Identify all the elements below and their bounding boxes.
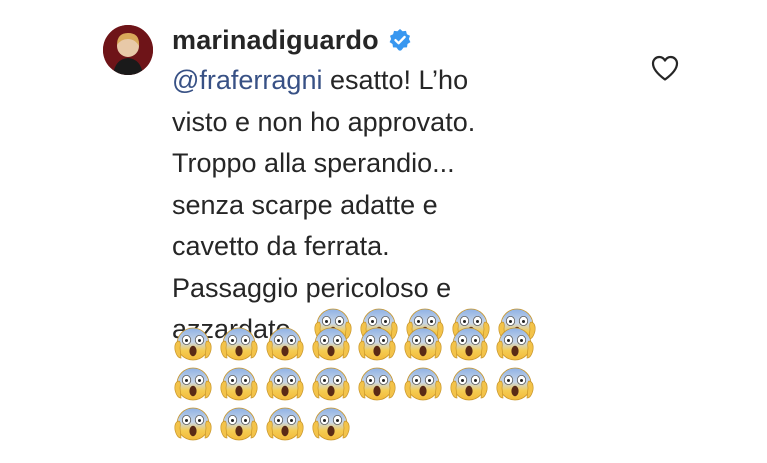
comment-line-5: cavetto da ferrata. — [172, 231, 390, 261]
face-screaming-in-fear-icon — [264, 364, 310, 408]
face-screaming-in-fear-icon — [172, 364, 218, 408]
face-screaming-in-fear-icon — [310, 324, 356, 368]
comment-line-2: visto e non ho approvato. — [172, 106, 476, 137]
emoji-row-2 — [172, 324, 540, 364]
comment-line-4: senza scarpe adatte e — [172, 189, 438, 220]
face-screaming-in-fear-icon — [264, 404, 310, 448]
emoji-row-4 — [172, 404, 540, 444]
emoji-block — [172, 324, 540, 444]
comment-line-1: @fraferragni esatto! L’ho — [172, 65, 469, 95]
username[interactable]: marinadiguardo — [172, 25, 379, 56]
face-screaming-in-fear-icon — [356, 324, 402, 368]
emoji-row-3 — [172, 364, 540, 404]
verified-badge-icon — [388, 28, 412, 52]
face-screaming-in-fear-icon — [218, 324, 264, 368]
face-screaming-in-fear-icon — [172, 404, 218, 448]
like-heart-icon[interactable] — [650, 54, 680, 82]
face-screaming-in-fear-icon — [264, 324, 310, 368]
mention-link[interactable]: @fraferragni — [172, 65, 322, 95]
face-screaming-in-fear-icon — [172, 324, 218, 368]
comment-line-6: Passaggio pericoloso e — [172, 272, 452, 303]
face-screaming-in-fear-icon — [218, 404, 264, 448]
face-screaming-in-fear-icon — [402, 324, 448, 368]
face-screaming-in-fear-icon — [310, 404, 356, 448]
comment-text: @fraferragni esatto! L’ho visto e non ho… — [172, 60, 612, 353]
face-screaming-in-fear-icon — [402, 364, 448, 408]
comment: marinadiguardo @fraferragni esatto! L’ho… — [0, 0, 767, 463]
face-screaming-in-fear-icon — [356, 364, 402, 408]
face-screaming-in-fear-icon — [494, 364, 540, 408]
face-screaming-in-fear-icon — [448, 364, 494, 408]
comment-line-3: Troppo alla sperandio... — [172, 148, 455, 178]
face-screaming-in-fear-icon — [310, 364, 356, 408]
avatar[interactable] — [103, 25, 153, 75]
face-screaming-in-fear-icon — [218, 364, 264, 408]
face-screaming-in-fear-icon — [448, 324, 494, 368]
face-screaming-in-fear-icon — [494, 324, 540, 368]
username-row: marinadiguardo — [172, 20, 412, 60]
